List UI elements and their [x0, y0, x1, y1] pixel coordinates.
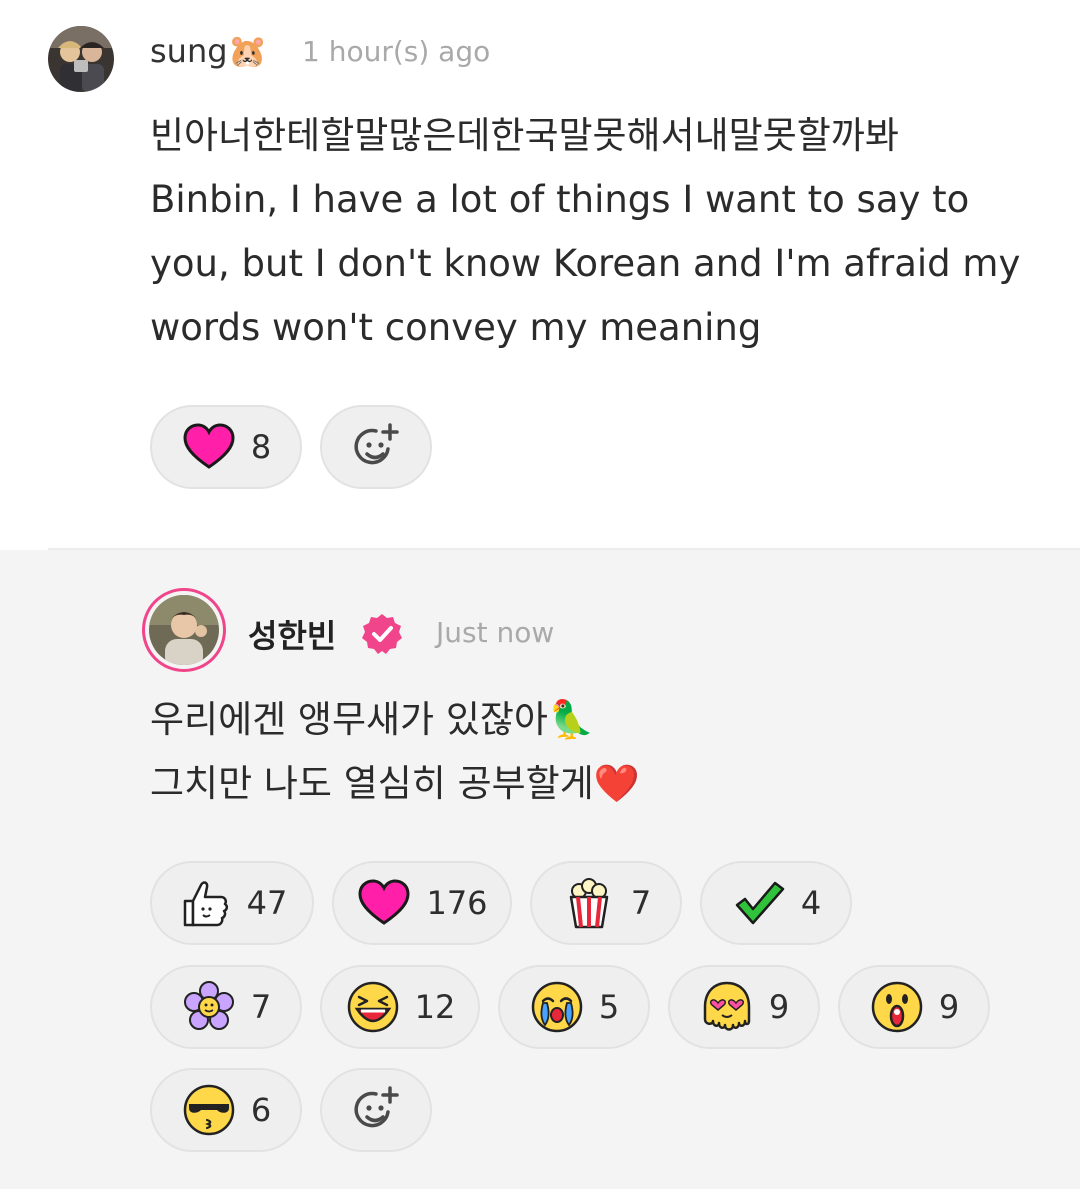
reply-text: 우리에겐 앵무새가 있잖아🦜 그치만 나도 열심히 공부할게❤️ — [150, 688, 1050, 816]
avatar[interactable] — [142, 588, 226, 672]
heart-icon — [358, 879, 410, 925]
timestamp: 1 hour(s) ago — [302, 35, 491, 68]
heart-icon — [183, 423, 235, 469]
timestamp: Just now — [436, 616, 555, 649]
add-reaction-icon — [354, 423, 399, 465]
reply-line: 그치만 나도 열심히 공부할게❤️ — [150, 762, 640, 805]
thumbs-up-icon — [183, 881, 228, 927]
reaction-count: 8 — [250, 428, 272, 466]
reaction-count: 5 — [598, 988, 620, 1026]
verified-badge-icon — [362, 614, 402, 654]
comment-card: sung🐹 1 hour(s) ago 빈아너한테할말많은데한국말못해서내말못할… — [0, 0, 1080, 550]
reaction-thumbs-up[interactable]: 47 — [150, 861, 314, 945]
comment-line: words won't convey my meaning — [150, 306, 762, 349]
reaction-count: 9 — [938, 988, 960, 1026]
reaction-flower[interactable]: 7 — [150, 965, 302, 1049]
reaction-count: 12 — [414, 988, 456, 1026]
reaction-count: 9 — [768, 988, 790, 1026]
reaction-heart[interactable]: 176 — [332, 861, 512, 945]
reaction-shocked[interactable]: 9 — [838, 965, 990, 1049]
check-icon — [735, 881, 785, 925]
reaction-count: 47 — [246, 884, 288, 922]
comment-line: 빈아너한테할말많은데한국말못해서내말못할까봐 — [150, 114, 899, 157]
shocked-face-icon — [871, 981, 923, 1033]
author-name[interactable]: 성한빈 — [248, 611, 336, 657]
reply-card: 성한빈 Just now 우리에겐 앵무새가 있잖아🦜 그치만 나도 열심히 공… — [0, 550, 1080, 1189]
reaction-sunglasses-kiss[interactable]: 6 — [150, 1068, 302, 1152]
add-reaction-icon — [354, 1086, 399, 1128]
reaction-count: 7 — [250, 988, 272, 1026]
author-name[interactable]: sung🐹 — [150, 32, 267, 70]
laughing-face-icon — [347, 981, 398, 1033]
reaction-count: 4 — [800, 884, 822, 922]
melting-love-face-icon — [703, 981, 751, 1031]
comment-line: you, but I don't know Korean and I'm afr… — [150, 242, 1021, 285]
flower-icon — [183, 981, 234, 1030]
reaction-count: 7 — [630, 884, 652, 922]
popcorn-icon — [569, 878, 609, 929]
reaction-laughing[interactable]: 12 — [320, 965, 480, 1049]
reaction-crying[interactable]: 5 — [498, 965, 650, 1049]
comment-text: 빈아너한테할말많은데한국말못해서내말못할까봐 Binbin, I have a … — [150, 104, 1050, 360]
reaction-check[interactable]: 4 — [700, 861, 852, 945]
reaction-heart[interactable]: 8 — [150, 405, 302, 489]
add-reaction-button[interactable] — [320, 405, 432, 489]
reaction-melting-love[interactable]: 9 — [668, 965, 820, 1049]
reply-line: 우리에겐 앵무새가 있잖아🦜 — [150, 698, 595, 741]
sunglasses-kiss-face-icon — [183, 1084, 235, 1136]
crying-face-icon — [531, 981, 583, 1033]
comment-line: Binbin, I have a lot of things I want to… — [150, 178, 970, 221]
reaction-count: 6 — [250, 1091, 272, 1129]
add-reaction-button[interactable] — [320, 1068, 432, 1152]
reaction-popcorn[interactable]: 7 — [530, 861, 682, 945]
avatar[interactable] — [48, 26, 114, 92]
reaction-count: 176 — [426, 884, 488, 922]
